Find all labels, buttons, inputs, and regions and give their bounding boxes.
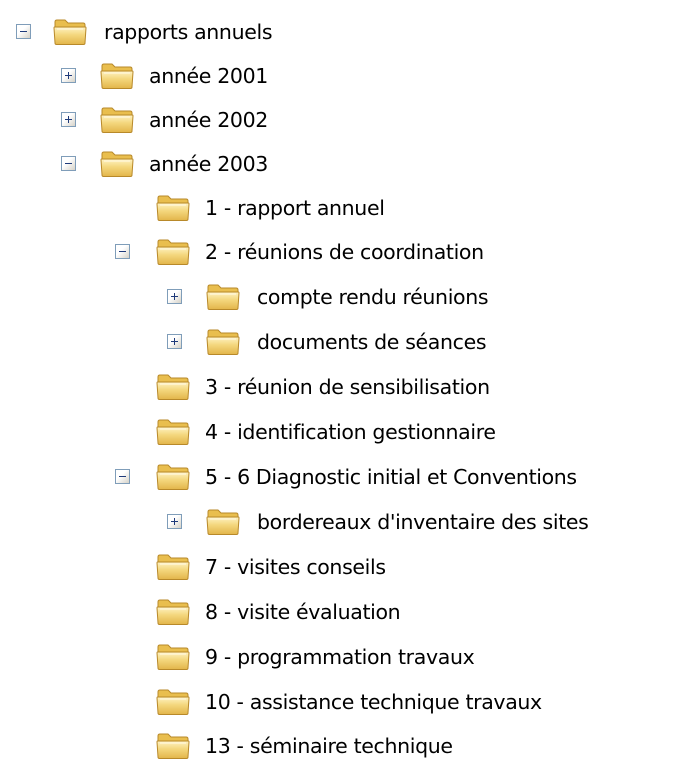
- tree-node-label[interactable]: 1 - rapport annuel: [203, 195, 387, 221]
- tree-node-label[interactable]: 8 - visite évaluation: [203, 599, 402, 625]
- folder-icon: [156, 373, 190, 401]
- tree-node-label[interactable]: 5 - 6 Diagnostic initial et Conventions: [203, 464, 579, 490]
- tree-node-label[interactable]: 13 - séminaire technique: [203, 733, 455, 759]
- tree-node-label[interactable]: 7 - visites conseils: [203, 554, 388, 580]
- folder-icon: [206, 328, 240, 356]
- folder-icon: [156, 194, 190, 222]
- folder-icon: [156, 463, 190, 491]
- collapse-toggle-icon[interactable]: [61, 156, 76, 171]
- folder-icon: [53, 18, 87, 46]
- expand-toggle-icon[interactable]: [167, 514, 182, 529]
- tree-node-label[interactable]: rapports annuels: [102, 19, 274, 45]
- tree-node-label[interactable]: 10 - assistance technique travaux: [203, 689, 544, 715]
- expand-toggle-icon[interactable]: [167, 334, 182, 349]
- expand-toggle-icon[interactable]: [61, 112, 76, 127]
- folder-icon: [100, 62, 134, 90]
- collapse-toggle-icon[interactable]: [16, 24, 31, 39]
- tree-node-label[interactable]: 2 - réunions de coordination: [203, 239, 486, 265]
- tree-node-label[interactable]: 4 - identification gestionnaire: [203, 419, 498, 445]
- tree-node-label[interactable]: année 2003: [147, 151, 270, 177]
- folder-icon: [156, 598, 190, 626]
- expand-toggle-icon[interactable]: [61, 68, 76, 83]
- tree-node-label[interactable]: 9 - programmation travaux: [203, 644, 476, 670]
- expand-toggle-icon[interactable]: [167, 289, 182, 304]
- tree-node-label[interactable]: année 2001: [147, 63, 270, 89]
- folder-icon: [156, 418, 190, 446]
- folder-icon: [156, 553, 190, 581]
- folder-icon: [156, 238, 190, 266]
- folder-icon: [100, 150, 134, 178]
- tree-node-label[interactable]: documents de séances: [255, 329, 488, 355]
- folder-tree: rapports annuels année 2001 année 2002 a…: [0, 0, 675, 769]
- folder-icon: [100, 106, 134, 134]
- tree-node-label[interactable]: 3 - réunion de sensibilisation: [203, 374, 492, 400]
- tree-node-label[interactable]: compte rendu réunions: [255, 284, 490, 310]
- folder-icon: [156, 643, 190, 671]
- collapse-toggle-icon[interactable]: [115, 244, 130, 259]
- folder-icon: [156, 688, 190, 716]
- collapse-toggle-icon[interactable]: [115, 469, 130, 484]
- folder-icon: [156, 732, 190, 760]
- folder-icon: [206, 508, 240, 536]
- tree-node-label[interactable]: bordereaux d'inventaire des sites: [255, 509, 591, 535]
- folder-icon: [206, 283, 240, 311]
- tree-node-label[interactable]: année 2002: [147, 107, 270, 133]
